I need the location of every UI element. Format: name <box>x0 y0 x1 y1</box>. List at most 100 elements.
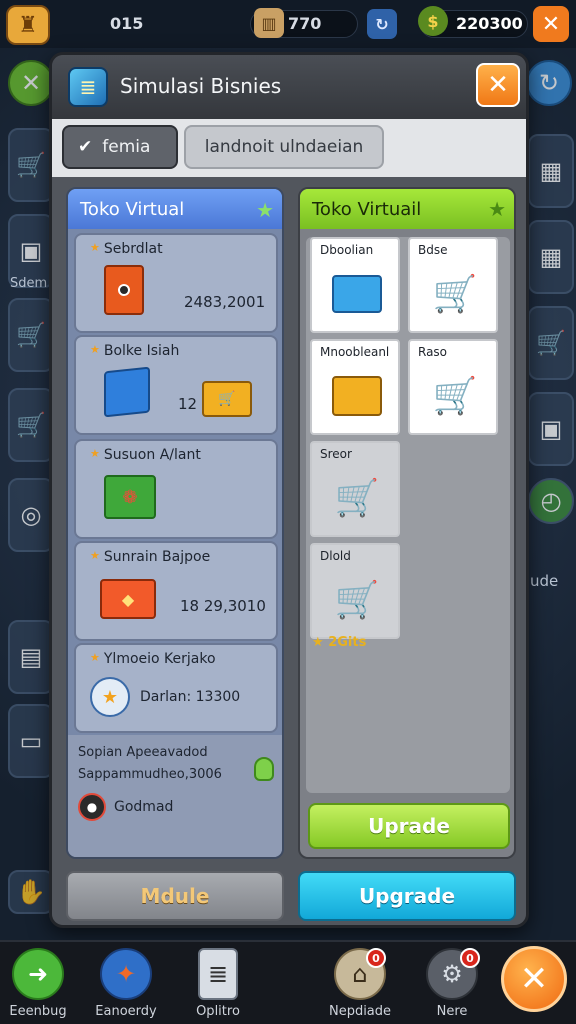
coin-icon: ● <box>78 793 106 821</box>
top-bar: ♜ 015 ▥ 770 ↻ $ 220300 ✕ <box>0 0 576 48</box>
tab-landnoit[interactable]: landnoit ulndaeian <box>184 125 384 169</box>
compass-icon: ✦ <box>100 948 152 1000</box>
bg-coin-tile: ◎ <box>8 478 54 552</box>
cart-icon: 🛒 <box>202 381 252 417</box>
red-cart-icon: 🛒 <box>432 274 478 315</box>
tab-femia[interactable]: ✔ femia <box>62 125 178 169</box>
notebook-icon: ≣ <box>68 67 108 107</box>
game-screen: ♜ 015 ▥ 770 ↻ $ 220300 ✕ ✕ 🛒 ▣ Sdem 🛒 🛒 … <box>0 0 576 1024</box>
bg-folder-tile: ▭ <box>8 704 54 778</box>
grid-cell-4-label: Raso <box>418 345 448 359</box>
document-icon: ≣ <box>198 948 238 1000</box>
castle-icon[interactable]: ♜ <box>6 5 50 45</box>
left-panel-virtual-store: Toko Virtual ★ Sebrdlat 2483,2001 Bolke … <box>66 187 284 859</box>
bg-right-tile: ▦ <box>528 134 574 208</box>
left-item-1-title: Sebrdlat <box>90 241 163 257</box>
bg-refresh-icon: ↻ <box>526 60 572 106</box>
left-item-1[interactable]: Sebrdlat 2483,2001 <box>74 233 278 333</box>
bg-cart-tile-2: 🛒 <box>8 298 54 372</box>
thumbs-up-icon <box>254 757 274 781</box>
currency1-value: 770 <box>288 14 322 33</box>
module-button[interactable]: Mdule <box>66 871 284 921</box>
grid-cell-6-label: Dlold <box>320 549 351 563</box>
close-icon[interactable]: ✕ <box>501 946 567 1012</box>
refresh-icon[interactable]: ↻ <box>367 9 397 39</box>
modal-close-button[interactable]: ✕ <box>476 63 520 107</box>
nav-oplitro[interactable]: ≣ Oplitro <box>176 948 260 1024</box>
nav-eeenbug[interactable]: ➜ Eeenbug <box>0 948 80 1024</box>
grid-cell-1-label: Dboolian <box>320 243 374 257</box>
upgrade-small-button[interactable]: Uprade <box>308 803 510 849</box>
grid-cell-2[interactable]: Bdse 🛒 <box>408 237 498 333</box>
currency2-value: 220300 <box>456 14 523 33</box>
vegetable-crate-icon: ❁ <box>104 475 156 519</box>
left-item-3-title: Susuon A/lant <box>90 447 201 463</box>
grid-cell-4[interactable]: Raso 🛒 <box>408 339 498 435</box>
nav-nepdiade-label: Nepdiade <box>328 1004 392 1019</box>
right-panel-virtual-store: Toko Virtuail ★ Dboolian Bdse 🛒 Mnooblea… <box>298 187 516 859</box>
nav-oplitro-label: Oplitro <box>196 1004 240 1019</box>
business-sim-modal: ≣ Simulasi Bisnies ✕ ✔ femia landnoit ul… <box>49 52 529 928</box>
stamp-badge-icon: ★ <box>90 677 130 717</box>
nav-nere[interactable]: ⚙ 0 Nere <box>410 948 494 1024</box>
modal-title: Simulasi Bisnies <box>120 74 282 98</box>
left-item-5[interactable]: Ylmoeio Kerjako ★ Darlan: 13300 <box>74 643 278 733</box>
grid-cell-3[interactable]: Mnoobleanl <box>310 339 400 435</box>
star-icon: ★ <box>256 198 274 222</box>
veg-cart-icon: 🛒 <box>334 580 380 621</box>
bg-side-label-left: Sdem <box>10 276 48 291</box>
footer-label: Godmad <box>114 799 174 815</box>
check-icon: ✔ <box>78 137 93 157</box>
nav-nere-label: Nere <box>436 1004 468 1019</box>
bonus-value: 2Gits <box>328 635 367 650</box>
fruit-cart-icon: 🛒 <box>334 478 380 519</box>
nav-nepdiade[interactable]: ⌂ 0 Nepdiade <box>318 948 402 1024</box>
grid-cell-6[interactable]: Dlold 🛒 <box>310 543 400 639</box>
modal-header: ≣ Simulasi Bisnies ✕ <box>52 55 526 119</box>
left-item-2-title: Bolke Isiah <box>90 343 180 359</box>
left-panel-title: Toko Virtual <box>80 198 185 220</box>
bg-clock-icon: ◴ <box>528 478 574 524</box>
grid-cell-5-label: Sreor <box>320 447 352 461</box>
grid-cell-2-label: Bdse <box>418 243 448 257</box>
bonus-label: ★ 2Gits <box>312 635 367 650</box>
right-panel-title: Toko Virtuail <box>312 198 422 220</box>
nav-eanoerdy[interactable]: ✦ Eanoerdy <box>84 948 168 1024</box>
grid-cell-5[interactable]: Sreor 🛒 <box>310 441 400 537</box>
orange-box-icon <box>104 265 144 315</box>
money-bag-icon: $ <box>418 6 448 36</box>
gift-bucket-icon: ▥ <box>254 8 284 38</box>
upgrade-button[interactable]: Upgrade <box>298 871 516 921</box>
purple-cart-icon: 🛒 <box>432 376 478 417</box>
tab-femia-label: femia <box>102 137 151 157</box>
left-item-5-title: Ylmoeio Kerjako <box>90 651 216 667</box>
left-panel-footer: Sopian Apeeavadod Sappammudheo,3006 ● Go… <box>68 735 282 857</box>
bg-right-tile-4: ▣ <box>528 392 574 466</box>
nav-eeenbug-label: Eeenbug <box>9 1004 67 1019</box>
left-item-4[interactable]: Sunrain Bajpoe ◆ 18 29,3010 <box>74 541 278 641</box>
bg-box-tile-2: ▤ <box>8 620 54 694</box>
bg-close-green-icon: ✕ <box>8 60 54 106</box>
tab-bar: ✔ femia landnoit ulndaeian <box>52 119 526 177</box>
grid-cell-3-label: Mnoobleanl <box>320 345 390 359</box>
bg-right-tile-2: ▦ <box>528 220 574 294</box>
right-panel-header: Toko Virtuail ★ <box>300 189 514 229</box>
left-item-4-value: 18 29,3010 <box>180 597 266 615</box>
grid-cell-1[interactable]: Dboolian <box>310 237 400 333</box>
left-item-5-value: Darlan: 13300 <box>140 689 241 705</box>
blue-cube-icon <box>104 366 150 418</box>
left-item-3[interactable]: Susuon A/lant ❁ <box>74 439 278 539</box>
left-item-2-value: 12 <box>178 395 198 413</box>
nepdiade-badge: 0 <box>366 948 386 968</box>
left-item-2[interactable]: Bolke Isiah 12 🛒 <box>74 335 278 435</box>
bg-hand-tile: ✋ <box>8 870 54 914</box>
close-icon[interactable]: ✕ <box>533 6 569 42</box>
bottom-nav: ➜ Eeenbug ✦ Eanoerdy ≣ Oplitro ⌂ 0 Nepdi… <box>0 940 576 1024</box>
left-panel-header: Toko Virtual ★ <box>68 189 282 229</box>
bg-cart-tile: 🛒 <box>8 128 54 202</box>
arrow-icon: ➜ <box>12 948 64 1000</box>
left-item-1-value: 2483,2001 <box>184 293 266 311</box>
footer-line2: Sappammudheo,3006 <box>78 767 222 782</box>
nav-eanoerdy-label: Eanoerdy <box>95 1004 157 1019</box>
grid-scrollbar[interactable] <box>514 301 516 541</box>
